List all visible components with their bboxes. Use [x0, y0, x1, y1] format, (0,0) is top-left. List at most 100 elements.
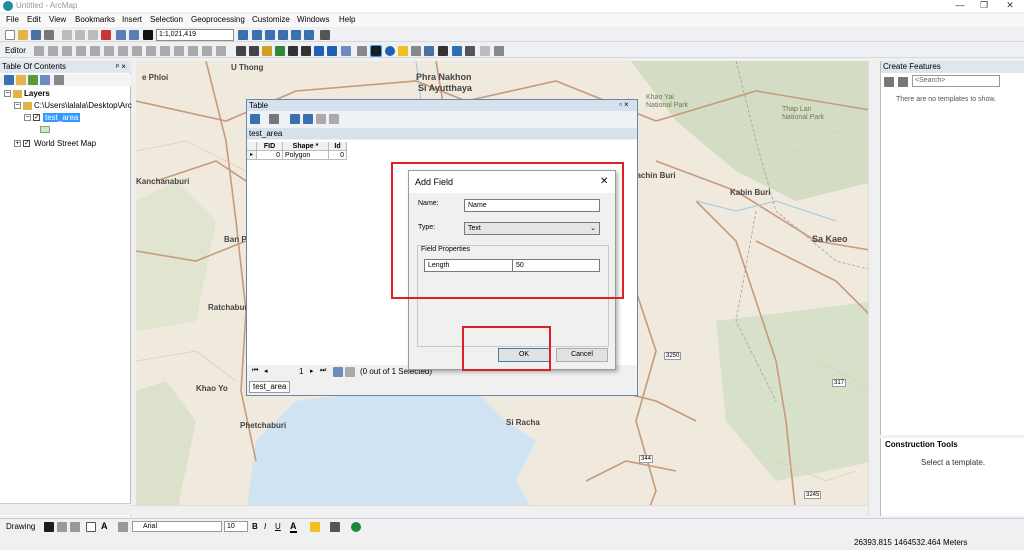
next-record-button[interactable]: ▸ — [310, 367, 314, 375]
column-header-fid[interactable]: FID — [257, 142, 283, 151]
cell-shape[interactable]: Polygon — [283, 151, 329, 160]
menu-view[interactable]: View — [49, 15, 66, 24]
map-scale-input[interactable]: 1:1,021,419 — [156, 29, 234, 41]
viewer-window-icon[interactable] — [494, 46, 504, 56]
current-record[interactable]: 1 — [299, 367, 303, 376]
toc-pin-close[interactable]: ᵖ × — [116, 62, 126, 71]
cell-id[interactable]: 0 — [329, 151, 347, 160]
marker-color-icon[interactable] — [351, 522, 361, 532]
menu-geoprocessing[interactable]: Geoprocessing — [191, 15, 245, 24]
font-color-icon[interactable]: A — [290, 521, 297, 533]
select-by-rectangle-icon[interactable] — [341, 46, 351, 56]
html-popup-icon[interactable] — [411, 46, 421, 56]
italic-button[interactable]: I — [264, 522, 266, 531]
list-by-visibility-icon[interactable] — [28, 75, 38, 85]
find-icon[interactable] — [438, 46, 448, 56]
undo-icon[interactable] — [116, 30, 126, 40]
print-icon[interactable] — [44, 30, 54, 40]
switch-selection-icon[interactable] — [303, 114, 313, 124]
measure-icon[interactable] — [424, 46, 434, 56]
straight-segment-icon[interactable] — [62, 46, 72, 56]
redo-icon[interactable] — [129, 30, 139, 40]
menu-edit[interactable]: Edit — [27, 15, 41, 24]
expand-layers-icon[interactable]: − — [4, 90, 11, 97]
close-window-button[interactable]: ✕ — [998, 0, 1022, 12]
edit-annotations-icon[interactable] — [202, 46, 212, 56]
cancel-button[interactable]: Cancel — [556, 348, 608, 362]
show-selected-records-icon[interactable] — [345, 367, 355, 377]
layer-test-area[interactable]: test_area — [43, 113, 81, 122]
edit-vertices-icon[interactable] — [216, 46, 226, 56]
cogo-icon[interactable] — [188, 46, 198, 56]
template-filter-icon[interactable] — [898, 77, 908, 87]
toc-horizontal-scrollbar[interactable] — [0, 503, 131, 515]
menu-bookmarks[interactable]: Bookmarks — [75, 15, 115, 24]
create-features-icon[interactable] — [174, 46, 184, 56]
show-all-records-icon[interactable] — [333, 367, 343, 377]
pan-icon[interactable] — [262, 46, 272, 56]
full-extent-icon[interactable] — [275, 46, 285, 56]
menu-help[interactable]: Help — [339, 15, 355, 24]
list-by-selection-icon[interactable] — [40, 75, 50, 85]
maximize-button[interactable]: ❐ — [972, 0, 996, 12]
first-record-button[interactable]: ⏮ — [252, 367, 258, 375]
expand-basemap-icon[interactable]: + — [14, 140, 21, 147]
identify-icon[interactable] — [385, 46, 395, 56]
menu-customize[interactable]: Customize — [252, 15, 290, 24]
table-bottom-tab[interactable]: test_area — [249, 381, 291, 393]
select-elements-draw-icon[interactable] — [44, 522, 54, 532]
edit-vertices-draw-icon[interactable] — [118, 522, 128, 532]
related-tables-icon[interactable] — [269, 114, 279, 124]
search-window-icon[interactable] — [278, 30, 288, 40]
toc-options-icon[interactable] — [54, 75, 64, 85]
delete-icon[interactable] — [101, 30, 111, 40]
bold-button[interactable]: B — [252, 522, 258, 531]
fixed-zoom-in-icon[interactable] — [288, 46, 298, 56]
sketch-tool-icon[interactable] — [48, 46, 58, 56]
point-tool-icon[interactable] — [104, 46, 114, 56]
new-document-icon[interactable] — [5, 30, 15, 40]
test-area-visibility-checkbox[interactable]: ✓ — [33, 114, 40, 121]
polygon-symbol-icon[interactable] — [40, 126, 50, 133]
map-horizontal-scrollbar[interactable] — [132, 505, 868, 516]
column-header-id[interactable]: Id — [329, 142, 347, 151]
menu-windows[interactable]: Windows — [297, 15, 329, 24]
add-data-icon[interactable] — [143, 30, 153, 40]
row-selector[interactable]: ▸ — [247, 151, 257, 160]
cell-fid[interactable]: 0 — [257, 151, 283, 160]
split-tool-icon[interactable] — [118, 46, 128, 56]
end-point-arc-icon[interactable] — [76, 46, 86, 56]
delete-selected-icon[interactable] — [329, 114, 339, 124]
model-builder-icon[interactable] — [320, 30, 330, 40]
find-route-icon[interactable] — [452, 46, 462, 56]
previous-record-button[interactable]: ◂ — [264, 367, 268, 375]
minimize-button[interactable]: — — [948, 0, 972, 12]
template-search-input[interactable]: <Search> — [912, 75, 1000, 87]
font-size-select[interactable]: 10 — [224, 521, 248, 532]
go-back-icon[interactable] — [314, 46, 324, 56]
open-folder-icon[interactable] — [18, 30, 28, 40]
underline-button[interactable]: U — [275, 522, 281, 531]
zoom-whole-page-icon[interactable] — [70, 522, 80, 532]
editor-menu[interactable]: Editor — [5, 46, 26, 55]
hyperlink-icon[interactable] — [398, 46, 408, 56]
attributes-icon[interactable] — [146, 46, 156, 56]
sketch-properties-icon[interactable] — [160, 46, 170, 56]
clear-table-selection-icon[interactable] — [316, 114, 326, 124]
list-by-source-icon[interactable] — [16, 75, 26, 85]
editor-toolbar-icon[interactable] — [238, 30, 248, 40]
font-family-select[interactable]: Arial — [132, 521, 222, 532]
trace-icon[interactable] — [90, 46, 100, 56]
zoom-out-icon[interactable] — [249, 46, 259, 56]
zoom-in-icon[interactable] — [236, 46, 246, 56]
table-window-icon[interactable] — [252, 30, 262, 40]
save-icon[interactable] — [31, 30, 41, 40]
column-header-shape[interactable]: Shape * — [283, 142, 329, 151]
select-by-attributes-icon[interactable] — [290, 114, 300, 124]
rotate-icon[interactable] — [57, 522, 67, 532]
cut-icon[interactable] — [62, 30, 72, 40]
go-to-xy-icon[interactable] — [465, 46, 475, 56]
rotate-tool-icon[interactable] — [132, 46, 142, 56]
map-vertical-scrollbar[interactable] — [868, 61, 877, 516]
fixed-zoom-out-icon[interactable] — [301, 46, 311, 56]
